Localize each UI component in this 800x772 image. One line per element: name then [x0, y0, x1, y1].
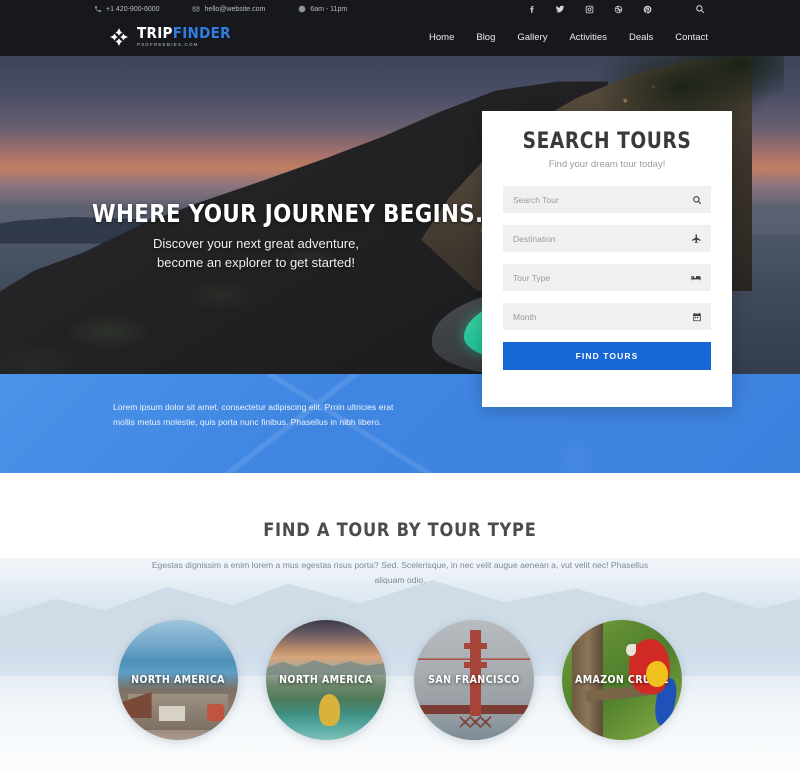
- logo-tagline: PSDFREEBIES.COM: [137, 42, 199, 48]
- nav-item-activities[interactable]: Activities: [569, 32, 606, 43]
- card1-table: [158, 706, 186, 721]
- tour-type-label: NORTH AMERICA: [131, 674, 225, 686]
- topbar-hours-text: 6am - 11pm: [310, 5, 348, 13]
- tour-type-subheading: Egestas dignissim a enim lorem a mus ege…: [151, 560, 649, 586]
- tour-type-heading: FIND A TOUR BY TOUR TYPE: [263, 519, 537, 541]
- search-tours-card: SEARCH TOURS Find your dream tour today!…: [482, 111, 732, 407]
- main-navbar: TRIPFINDER PSDFREEBIES.COM Home Blog Gal…: [0, 18, 800, 56]
- search-card-title: SEARCH TOURS: [522, 129, 692, 154]
- site-logo[interactable]: TRIPFINDER PSDFREEBIES.COM: [108, 23, 231, 48]
- hero-copy: WHERE YOUR JOURNEY BEGINS. Discover your…: [92, 199, 484, 273]
- topbar-phone[interactable]: +1 420-900-6000: [93, 5, 160, 14]
- bed-icon: [690, 272, 702, 283]
- calendar-icon: [692, 312, 702, 322]
- hero-subheadline: Discover your next great adventure, beco…: [106, 235, 406, 273]
- topbar-email-text: hello@website.com: [204, 5, 266, 13]
- logo-wordmark: TRIPFINDER PSDFREEBIES.COM: [137, 23, 231, 48]
- nav-item-home[interactable]: Home: [429, 32, 454, 43]
- card2-autumn-tree: [318, 694, 341, 726]
- logo-text-primary: TRIP: [137, 23, 173, 42]
- twitter-icon[interactable]: [555, 4, 565, 14]
- search-icon[interactable]: [695, 4, 705, 14]
- search-tour-placeholder: Search Tour: [513, 194, 559, 205]
- tour-type-card-list: NORTH AMERICA NORTH AMERICA SAN FRANCISC…: [0, 620, 800, 740]
- month-field[interactable]: Month: [503, 303, 711, 330]
- page-root: +1 420-900-6000 hello@website.com 6am - …: [0, 0, 800, 772]
- facebook-icon[interactable]: [526, 4, 536, 14]
- month-placeholder: Month: [513, 311, 537, 322]
- card1-shelter: [120, 692, 152, 719]
- topbar-hours: 6am - 11pm: [297, 5, 347, 14]
- dribbble-icon[interactable]: [613, 4, 623, 14]
- topbar-contact-group: +1 420-900-6000 hello@website.com 6am - …: [93, 5, 379, 14]
- tour-type-label: NORTH AMERICA: [279, 674, 373, 686]
- find-tours-button[interactable]: FIND TOURS: [503, 342, 711, 370]
- phone-icon: [93, 5, 102, 14]
- nav-item-gallery[interactable]: Gallery: [517, 32, 547, 43]
- destination-placeholder: Destination: [513, 233, 556, 244]
- logo-text-secondary: FINDER: [172, 23, 231, 42]
- envelope-icon: [192, 5, 201, 14]
- nav-item-blog[interactable]: Blog: [476, 32, 495, 43]
- hero-subheadline-line1: Discover your next great adventure,: [153, 236, 359, 251]
- topbar-social-group: [526, 4, 705, 14]
- hero-headline: WHERE YOUR JOURNEY BEGINS.: [92, 199, 484, 228]
- tour-type-field[interactable]: Tour Type: [503, 264, 711, 291]
- pinterest-icon[interactable]: [642, 4, 652, 14]
- tour-type-label: SAN FRANCISCO: [428, 674, 520, 686]
- instagram-icon[interactable]: [584, 4, 594, 14]
- clock-icon: [297, 5, 306, 14]
- card1-planter: [206, 704, 224, 721]
- band-paragraph: Lorem ipsum dolor sit amet, consectetur …: [113, 402, 394, 427]
- topbar-phone-text: +1 420-900-6000: [106, 5, 160, 13]
- hero-subheadline-line2: become an explorer to get started!: [156, 254, 355, 270]
- plane-icon: [691, 233, 702, 244]
- nav-item-contact[interactable]: Contact: [675, 32, 708, 43]
- tour-type-card-north-america-2[interactable]: NORTH AMERICA: [266, 620, 386, 740]
- tour-type-placeholder: Tour Type: [513, 272, 551, 283]
- card3-bridge-tower: [464, 629, 487, 716]
- top-utility-bar: +1 420-900-6000 hello@website.com 6am - …: [0, 0, 800, 18]
- nav-item-deals[interactable]: Deals: [629, 32, 653, 43]
- tour-type-card-north-america-1[interactable]: NORTH AMERICA: [118, 620, 238, 740]
- compass-logo-icon: [108, 26, 130, 48]
- search-tour-field[interactable]: Search Tour: [503, 186, 711, 213]
- tour-type-card-san-francisco[interactable]: SAN FRANCISCO: [414, 620, 534, 740]
- search-card-subtitle: Find your dream tour today!: [548, 159, 666, 170]
- topbar-email[interactable]: hello@website.com: [192, 5, 266, 14]
- primary-nav: Home Blog Gallery Activities Deals Conta…: [429, 32, 708, 43]
- card4-macaw-wing: [646, 660, 668, 688]
- search-icon: [692, 195, 702, 205]
- destination-field[interactable]: Destination: [503, 225, 711, 252]
- tour-type-card-amazon-cruise[interactable]: AMAZON CRUISE: [562, 620, 682, 740]
- tour-type-heading-wrap: FIND A TOUR BY TOUR TYPE: [0, 519, 800, 541]
